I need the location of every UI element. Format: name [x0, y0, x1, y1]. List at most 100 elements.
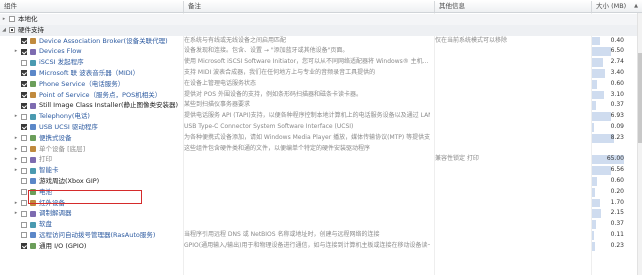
- component-checkbox[interactable]: [21, 81, 27, 88]
- tree-row[interactable]: Device Association Broker(设备关联代理) 在系统与有线或…: [0, 36, 637, 47]
- component-checkbox[interactable]: [21, 102, 27, 109]
- expand-arrow-icon[interactable]: ▸: [13, 46, 19, 57]
- tree-row[interactable]: ▸ 本地化: [0, 14, 637, 25]
- component-remark: 在设备上管理电话服务状态: [184, 79, 257, 87]
- component-type-icon: [30, 145, 36, 152]
- component-size: 2.15: [592, 208, 637, 219]
- column-header-component[interactable]: 组件: [0, 0, 184, 13]
- component-checkbox[interactable]: [21, 124, 27, 131]
- column-header-component-label: 组件: [4, 2, 17, 10]
- size-value: 3.40: [610, 68, 624, 76]
- component-checkbox[interactable]: [21, 243, 27, 250]
- component-checkbox[interactable]: [21, 189, 27, 196]
- annotation-highlight-box: [28, 190, 142, 204]
- column-header-bar: 组件 备注 其他信息 大小 (MB) ▲: [0, 0, 642, 13]
- tree-row[interactable]: ◢ 硬件支持: [0, 24, 637, 36]
- component-remark: 设备发现和连接。包含、设置 → "添加蓝牙或其他设备"页面。: [184, 47, 349, 55]
- component-checkbox[interactable]: [9, 27, 15, 34]
- expand-arrow-icon[interactable]: ▸: [1, 14, 7, 25]
- component-name: Still Image Class Installer(静止图像类安装器): [39, 101, 179, 110]
- scrollbar-thumb[interactable]: [638, 53, 642, 143]
- component-checkbox[interactable]: [21, 199, 27, 206]
- tree-row[interactable]: ▸ 调制解调器 2.15: [0, 208, 637, 219]
- tree-row[interactable]: USB UCSI 驱动程序 USB Type-C Connector System…: [0, 122, 637, 133]
- component-remark: 某些到扫描仪事务器要求: [184, 101, 251, 109]
- component-type-icon: [30, 124, 36, 131]
- tree-row[interactable]: ▸ 单个设备 [底层] 这些组件包含硬件类和通的文件，以便编单个特定的硬件安装驱动程…: [0, 144, 637, 155]
- component-checkbox[interactable]: [21, 70, 27, 77]
- size-value: 0.40: [610, 36, 624, 44]
- size-value: 8.23: [610, 133, 624, 141]
- expand-arrow-icon[interactable]: ▸: [13, 144, 19, 155]
- tree-row[interactable]: ▸ 便携式设备 为各种便携式设备添加，请如 Windows Media Player…: [0, 133, 637, 144]
- tree-row[interactable]: Still Image Class Installer(静止图像类安装器) 某些到…: [0, 100, 637, 111]
- component-remark: 在系统与有线或无线设备之间启用匹配: [184, 36, 287, 44]
- tree-row[interactable]: 远程访问自动拨号管理器(RasAuto服务) 当程序引用远程 DNS 或 NetB…: [0, 230, 637, 241]
- component-checkbox[interactable]: [21, 59, 27, 66]
- tree-row[interactable]: 游戏周边(Xbox GIP) 0.60: [0, 176, 637, 187]
- column-header-remark[interactable]: 备注: [184, 0, 434, 13]
- size-value: 1.70: [610, 198, 624, 206]
- expand-arrow-icon[interactable]: ▸: [13, 198, 19, 209]
- column-header-size[interactable]: 大小 (MB) ▲: [592, 0, 642, 13]
- expand-arrow-icon[interactable]: ▸: [13, 133, 19, 144]
- expand-arrow-icon[interactable]: ▸: [13, 111, 19, 122]
- component-type-icon: [30, 167, 36, 174]
- size-value: 0.23: [610, 241, 624, 249]
- component-checkbox[interactable]: [21, 113, 27, 120]
- component-checkbox[interactable]: [21, 232, 27, 239]
- component-size: 6.56: [592, 165, 637, 176]
- component-checkbox[interactable]: [21, 156, 27, 163]
- column-header-other-info[interactable]: 其他信息: [435, 0, 591, 13]
- component-name: 游戏周边(Xbox GIP): [39, 176, 100, 185]
- component-name: Telephony(电话): [39, 112, 90, 121]
- vertical-scrollbar[interactable]: [637, 13, 642, 275]
- component-remark: 当程序引用远程 DNS 或 NetBIOS 名称或地址时，创建与远程网络的连接: [184, 230, 380, 238]
- component-checkbox[interactable]: [9, 16, 15, 23]
- tree-row[interactable]: ▸ Telephony(电话) 提供电话服务 API (TAPI)支持，以便各种程序…: [0, 111, 637, 122]
- component-size: 0.20: [592, 187, 637, 198]
- tree-row[interactable]: Phone Service（电话服务） 在设备上管理电话服务状态 0.60: [0, 79, 637, 90]
- size-bar: [592, 47, 611, 57]
- component-size: 6.50: [592, 46, 637, 57]
- component-checkbox[interactable]: [21, 37, 27, 44]
- tree-row[interactable]: ▸ Devices Flow 设备发现和连接。包含、设置 → "添加蓝牙或其他设备"…: [0, 46, 637, 57]
- expand-arrow-icon[interactable]: ▸: [13, 208, 19, 219]
- tree-row[interactable]: iSCSI 发起程序 使用 Microsoft iSCSI Software In…: [0, 57, 637, 68]
- component-checkbox[interactable]: [21, 48, 27, 55]
- component-checkbox[interactable]: [21, 145, 27, 152]
- size-bar: [592, 166, 611, 175]
- expand-arrow-icon[interactable]: ▸: [13, 154, 19, 165]
- tree-row[interactable]: ▸ 打印 兼容性锁定 打印 65.00: [0, 154, 637, 165]
- size-value: 0.60: [610, 176, 624, 184]
- size-value: 0.37: [610, 220, 624, 228]
- tree-row[interactable]: 通用 I/O (GPIO) GPIO(通用输入/输出)用于和物理设备进行通信，如与…: [0, 241, 637, 252]
- component-checkbox[interactable]: [21, 221, 27, 228]
- component-name: 便携式设备: [39, 133, 72, 142]
- component-checkbox[interactable]: [21, 135, 27, 142]
- component-size: [592, 25, 637, 36]
- component-type-icon: [30, 221, 36, 228]
- tree-row[interactable]: 软盘 0.37: [0, 219, 637, 230]
- expand-arrow-icon[interactable]: ◢: [1, 25, 7, 36]
- tree-row[interactable]: Microsoft 联 波表音乐器（MIDI） 支持 MIDI 波表合成器，我们在…: [0, 68, 637, 79]
- size-bar: [592, 198, 600, 208]
- component-checkbox[interactable]: [21, 210, 27, 217]
- component-name: Phone Service（电话服务）: [39, 79, 125, 88]
- size-bar: [592, 187, 595, 197]
- component-name: iSCSI 发起程序: [39, 58, 84, 67]
- component-type-icon: [30, 178, 36, 185]
- column-header-remark-label: 备注: [188, 2, 201, 10]
- tree-row[interactable]: Point of Service（服务点，POS机相关） 提供对 POS 外围设备…: [0, 90, 637, 101]
- component-checkbox[interactable]: [21, 178, 27, 185]
- size-bar: [592, 230, 594, 240]
- component-checkbox[interactable]: [21, 167, 27, 174]
- tree-row[interactable]: ▸ 智能卡 6.56: [0, 165, 637, 176]
- component-size: 0.60: [592, 176, 637, 187]
- component-remark: 使用 Microsoft iSCSI Software Initiator，您可…: [184, 58, 429, 66]
- component-size: 2.74: [592, 57, 637, 68]
- component-checkbox[interactable]: [21, 91, 27, 98]
- component-remark: 提供电话服务 API (TAPI)支持，以便各种程序控制本地计算机上的电话服务设…: [184, 112, 430, 120]
- expand-arrow-icon[interactable]: ▸: [13, 165, 19, 176]
- component-name: 单个设备 [底层]: [39, 144, 86, 153]
